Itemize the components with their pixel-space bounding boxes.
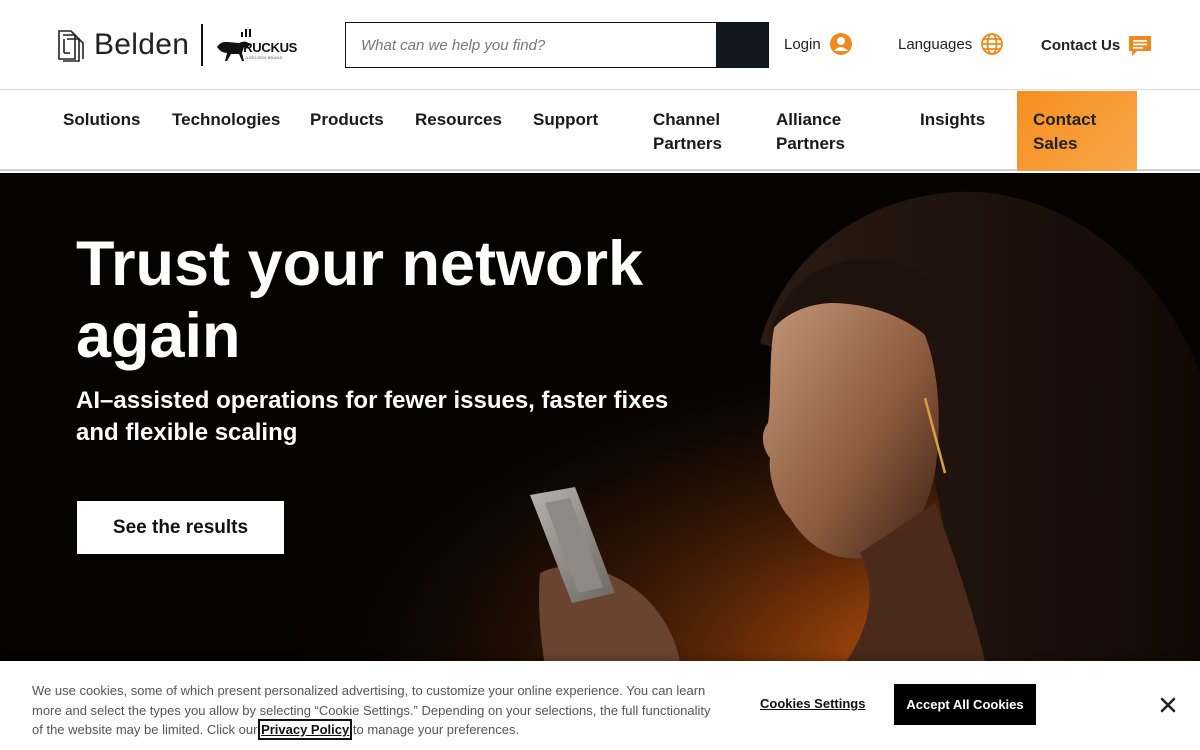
- accept-all-cookies-button[interactable]: Accept All Cookies: [894, 684, 1036, 725]
- cookie-text-line: of the website may be limited. Click our: [32, 722, 258, 737]
- search-bar: [345, 22, 769, 68]
- see-results-button[interactable]: See the results: [77, 501, 284, 554]
- nav-item-resources[interactable]: Resources: [415, 108, 502, 132]
- nav-item-products[interactable]: Products: [310, 108, 384, 132]
- nav-item-label: Partners: [776, 134, 845, 153]
- cookie-text-line: to manage your preferences.: [352, 722, 520, 737]
- nav-item-label: Partners: [653, 134, 722, 153]
- nav-item-technologies[interactable]: Technologies: [172, 108, 280, 132]
- languages-link[interactable]: Languages: [898, 32, 1004, 56]
- hero-subtitle-line: and flexible scaling: [76, 419, 298, 446]
- nav-item-label: Alliance: [776, 110, 842, 129]
- contact-sales-label: Sales: [1033, 134, 1078, 153]
- belden-logo-icon: [58, 30, 84, 62]
- search-submit-button[interactable]: [716, 23, 768, 67]
- privacy-policy-link[interactable]: Privacy Policy: [258, 719, 353, 740]
- ruckus-wordmark: RUCKUS: [243, 40, 298, 55]
- hero-title: Trust your network again: [76, 228, 716, 372]
- contact-sales-label: Contact: [1033, 110, 1097, 129]
- hero-title-line: Trust your network: [76, 229, 644, 299]
- contact-us-link[interactable]: Contact Us: [1041, 32, 1152, 58]
- cookie-text-line: We use cookies, some of which present pe…: [32, 683, 706, 698]
- nav-item-support[interactable]: Support: [533, 108, 598, 132]
- top-header: Belden RUCKUS A BELDEN BRAND Login: [0, 0, 1200, 90]
- contact-sales-button[interactable]: Contact Sales: [1017, 91, 1137, 171]
- nav-item-channel-partners[interactable]: Channel Partners: [653, 108, 722, 156]
- nav-item-label: Channel: [653, 110, 721, 129]
- cookie-text-line: more and select the types you allow by s…: [32, 702, 711, 718]
- logo-divider: [201, 24, 204, 66]
- cookies-settings-button[interactable]: Cookies Settings: [760, 696, 865, 711]
- hero-subtitle-line: AI–assisted operations for fewer issues,…: [76, 387, 669, 414]
- close-icon[interactable]: [1157, 694, 1179, 716]
- main-nav: Solutions Technologies Products Resource…: [0, 91, 1200, 171]
- chat-bubble-icon: [1128, 32, 1152, 58]
- cookie-notice-text: We use cookies, some of which present pe…: [32, 681, 732, 740]
- user-circle-icon: [829, 32, 853, 56]
- search-input[interactable]: [346, 23, 716, 67]
- hero-subtitle: AI–assisted operations for fewer issues,…: [76, 385, 696, 449]
- belden-ruckus-logo[interactable]: Belden RUCKUS A BELDEN BRAND: [56, 24, 303, 66]
- hero-title-line: again: [76, 301, 241, 371]
- nav-item-insights[interactable]: Insights: [920, 108, 985, 132]
- cookie-banner: We use cookies, some of which present pe…: [0, 661, 1200, 750]
- globe-icon: [980, 32, 1004, 56]
- contact-us-label: Contact Us: [1041, 36, 1121, 54]
- login-link[interactable]: Login: [784, 32, 853, 56]
- nav-item-alliance-partners[interactable]: Alliance Partners: [776, 108, 845, 156]
- ruckus-logo: RUCKUS A BELDEN BRAND: [215, 25, 303, 65]
- nav-item-solutions[interactable]: Solutions: [63, 108, 140, 132]
- ruckus-tagline: A BELDEN BRAND: [245, 55, 283, 60]
- languages-label: Languages: [898, 35, 973, 53]
- belden-wordmark: Belden: [94, 28, 190, 61]
- login-label: Login: [784, 35, 821, 53]
